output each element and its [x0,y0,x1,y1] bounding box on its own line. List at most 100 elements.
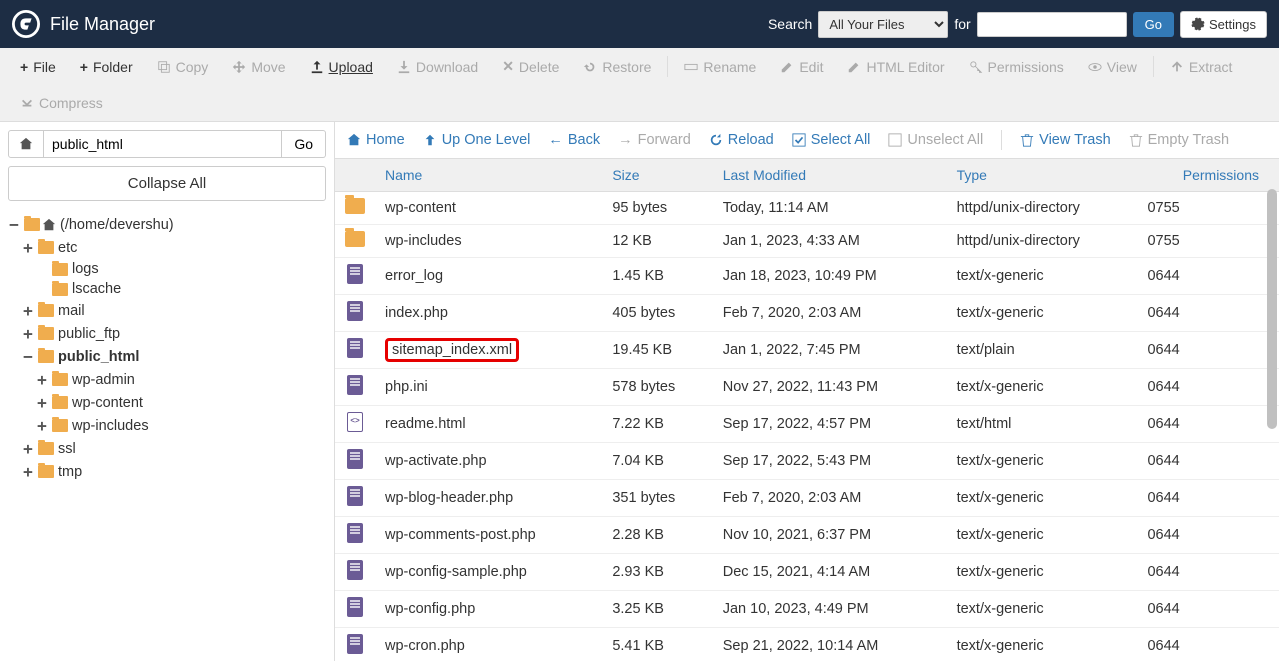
table-row[interactable]: wp-blog-header.php351 bytesFeb 7, 2020, … [335,480,1279,517]
file-name: error_log [375,258,602,295]
path-go-button[interactable]: Go [282,130,326,158]
toolbar-folder[interactable]: +Folder [68,48,145,85]
app-title: File Manager [50,14,155,35]
table-row[interactable]: readme.html7.22 KBSep 17, 2022, 4:57 PMt… [335,406,1279,443]
table-row[interactable]: error_log1.45 KBJan 18, 2023, 10:49 PMte… [335,258,1279,295]
tree-node-wp-content[interactable]: +wp-content [36,391,326,414]
up-icon [423,133,437,147]
tree-node-tmp[interactable]: +tmp [22,460,326,483]
tree-node-logs[interactable]: logs [36,259,326,279]
compress-icon [20,96,34,110]
action-empty-trash: Empty Trash [1129,132,1229,148]
action-home[interactable]: Home [347,132,405,148]
file-modified: Jan 1, 2022, 7:45 PM [713,332,947,369]
tree-toggle[interactable]: + [36,393,48,412]
tree-node-public_html[interactable]: −public_html [22,345,326,368]
folder-tree: − (/home/devershu) +etclogslscache+mail+… [0,209,334,487]
action-up[interactable]: Up One Level [423,132,531,148]
file-size: 5.41 KB [602,628,712,662]
trash-icon [1129,133,1143,147]
file-perms: 0644 [1137,628,1279,662]
tree-toggle[interactable]: + [36,370,48,389]
search-go-button[interactable]: Go [1133,12,1174,37]
restore-icon [583,60,597,74]
path-input[interactable] [44,130,282,158]
col-name[interactable]: Name [375,159,602,192]
tree-node-lscache[interactable]: lscache [36,279,326,299]
doc-icon [347,634,363,654]
table-row[interactable]: wp-config.php3.25 KBJan 10, 2023, 4:49 P… [335,591,1279,628]
html-icon [347,412,363,432]
table-row[interactable]: wp-content95 bytesToday, 11:14 AMhttpd/u… [335,192,1279,225]
doc-icon [347,560,363,580]
file-modified: Feb 7, 2020, 2:03 AM [713,295,947,332]
tree-toggle[interactable]: + [22,324,34,343]
doc-icon [347,523,363,543]
table-row[interactable]: wp-includes12 KBJan 1, 2023, 4:33 AMhttp… [335,225,1279,258]
col-modified[interactable]: Last Modified [713,159,947,192]
file-modified: Feb 7, 2020, 2:03 AM [713,480,947,517]
folder-icon [24,218,40,231]
table-row[interactable]: wp-activate.php7.04 KBSep 17, 2022, 5:43… [335,443,1279,480]
action-view-trash[interactable]: View Trash [1020,132,1110,148]
table-row[interactable]: index.php405 bytesFeb 7, 2020, 2:03 AMte… [335,295,1279,332]
upload-icon [310,60,324,74]
tree-label: wp-includes [72,418,149,434]
folder-icon [52,373,68,386]
file-name: index.php [375,295,602,332]
action-forward: →Forward [618,132,691,148]
trash-icon [1020,133,1034,147]
header-search: Search All Your Files for Go Settings [768,11,1267,38]
path-bar: Go [0,122,334,166]
file-type: text/x-generic [947,295,1138,332]
tree-toggle[interactable]: + [22,439,34,458]
settings-button[interactable]: Settings [1180,11,1267,38]
tree-toggle[interactable]: + [22,301,34,320]
tree-root[interactable]: − (/home/devershu) [8,213,326,236]
tree-node-wp-includes[interactable]: + wp-includes [36,414,326,437]
toolbar-upload[interactable]: Upload [298,48,385,85]
toolbar-download: Download [385,48,490,85]
file-size: 19.45 KB [602,332,712,369]
col-type[interactable]: Type [947,159,1138,192]
tree-node-public_ftp[interactable]: +public_ftp [22,322,326,345]
path-home-button[interactable] [8,130,44,158]
tree-toggle[interactable]: + [36,416,48,435]
tree-label: etc [58,240,77,256]
scrollbar-thumb[interactable] [1267,189,1277,429]
tree-toggle[interactable]: − [22,347,34,366]
rename-icon [684,60,698,74]
collapse-all-button[interactable]: Collapse All [8,166,326,201]
table-row[interactable]: sitemap_index.xml19.45 KBJan 1, 2022, 7:… [335,332,1279,369]
toolbar-compress: Compress [8,85,115,121]
action-bar: Home Up One Level ←Back →Forward Reload … [335,122,1279,159]
col-icon [335,159,375,192]
table-row[interactable]: wp-cron.php5.41 KBSep 21, 2022, 10:14 AM… [335,628,1279,662]
search-scope-select[interactable]: All Your Files [818,11,948,38]
search-input[interactable] [977,12,1127,37]
tree-node-wp-admin[interactable]: + wp-admin [36,368,326,391]
tree-label: mail [58,303,85,319]
tree-toggle[interactable]: + [22,462,34,481]
table-row[interactable]: wp-config-sample.php2.93 KBDec 15, 2021,… [335,554,1279,591]
action-select-all[interactable]: Select All [792,132,871,148]
file-modified: Jan 1, 2023, 4:33 AM [713,225,947,258]
toolbar-delete: ✕Delete [490,48,571,85]
doc-icon [347,486,363,506]
tree-node-ssl[interactable]: +ssl [22,437,326,460]
doc-icon [347,375,363,395]
action-reload[interactable]: Reload [709,132,774,148]
table-row[interactable]: php.ini578 bytesNov 27, 2022, 11:43 PMte… [335,369,1279,406]
tree-label: wp-admin [72,372,135,388]
folder-icon [38,304,54,317]
tree-node-etc[interactable]: + etc [22,236,326,259]
col-size[interactable]: Size [602,159,712,192]
toolbar-file[interactable]: +File [8,48,68,85]
file-name: php.ini [375,369,602,406]
app-logo: File Manager [12,10,155,38]
tree-toggle[interactable]: + [22,238,34,257]
col-permissions[interactable]: Permissions [1137,159,1279,192]
tree-node-mail[interactable]: + mail [22,299,326,322]
table-row[interactable]: wp-comments-post.php2.28 KBNov 10, 2021,… [335,517,1279,554]
action-back[interactable]: ←Back [548,132,600,148]
